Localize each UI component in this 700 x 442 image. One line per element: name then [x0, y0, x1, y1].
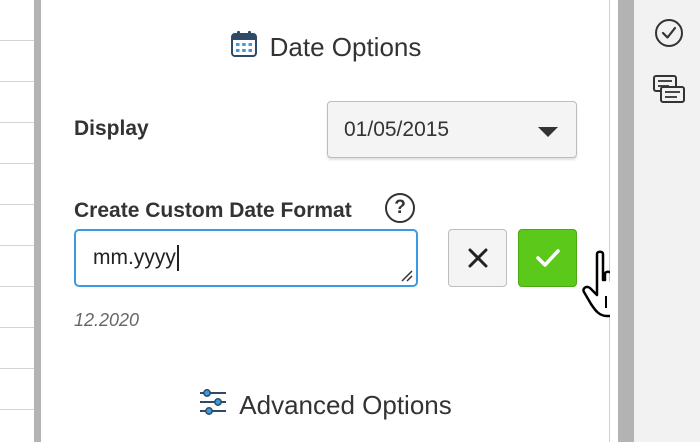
format-preview: 12.2020	[74, 310, 140, 330]
help-icon[interactable]: ?	[385, 193, 415, 223]
date-options-panel: Date Options Display 01/05/2015 Create C…	[41, 0, 629, 442]
custom-format-value: mm.yyyy	[93, 246, 176, 269]
calendar-icon	[230, 30, 258, 65]
check-icon	[535, 249, 560, 267]
close-icon	[468, 248, 487, 268]
cancel-button[interactable]	[448, 229, 507, 287]
text-cursor	[176, 245, 179, 271]
resize-grip-icon[interactable]	[399, 268, 413, 282]
custom-format-label: Create Custom Date Format	[74, 199, 352, 222]
custom-format-input[interactable]: mm.yyyy	[74, 229, 418, 287]
spreadsheet-grid	[0, 0, 34, 442]
date-options-header: Date Options	[41, 30, 610, 65]
check-circle-icon[interactable]	[652, 16, 686, 50]
advanced-options-title: Advanced Options	[239, 390, 452, 420]
section-title: Date Options	[269, 32, 422, 62]
panel-gap	[610, 0, 618, 442]
right-divider	[618, 0, 634, 442]
left-divider	[34, 0, 41, 442]
comments-icon[interactable]	[652, 72, 686, 106]
chevron-down-icon	[538, 127, 558, 137]
help-symbol: ?	[394, 197, 406, 218]
confirm-button[interactable]	[518, 229, 577, 287]
display-format-value: 01/05/2015	[344, 117, 450, 141]
display-format-select[interactable]: 01/05/2015	[327, 101, 577, 158]
advanced-options-toggle[interactable]: Advanced Options	[41, 389, 610, 422]
sliders-icon	[199, 389, 227, 422]
right-rail	[634, 0, 700, 442]
display-label: Display	[74, 117, 149, 140]
